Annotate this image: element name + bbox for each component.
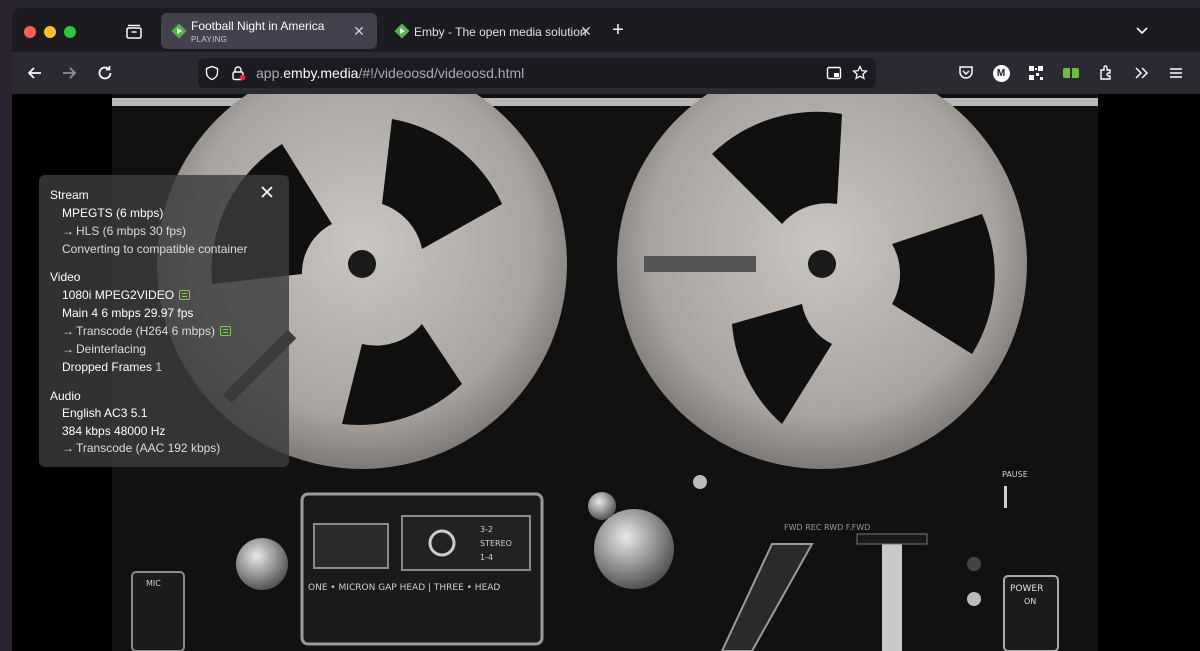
tab-list-icon[interactable]	[122, 20, 146, 44]
window-minimize-button[interactable]	[44, 26, 56, 38]
tab-emby[interactable]: Emby - The open media solution ✕	[384, 13, 594, 49]
transport-label: FWD REC RWD F.FWD	[784, 523, 870, 532]
arrow-right-icon: →	[62, 342, 74, 356]
mic-label: MIC	[146, 579, 161, 588]
close-icon[interactable]	[259, 184, 275, 200]
stream-hls: → HLS (6 mbps 30 fps)	[62, 224, 186, 238]
lock-warning-icon[interactable]	[230, 65, 246, 81]
video-transcode: → Transcode (H264 6 mbps)	[62, 324, 231, 338]
video-codec: 1080i MPEG2VIDEO	[62, 288, 191, 302]
tab-strip: Football Night in America PLAYING ✕ Emby…	[12, 8, 1200, 52]
power-label: POWER	[1010, 584, 1043, 594]
picture-in-picture-icon[interactable]	[826, 65, 842, 81]
back-button[interactable]	[24, 62, 46, 84]
url-domain: emby.media	[283, 65, 359, 81]
arrow-right-icon: →	[62, 441, 74, 455]
account-initial: M	[992, 64, 1010, 82]
qr-extension-icon[interactable]	[1026, 63, 1046, 83]
tab-close-icon[interactable]: ✕	[578, 23, 594, 39]
mode-label-3: 1-4	[480, 553, 493, 562]
hardware-accel-icon	[219, 326, 231, 336]
forward-arrow-icon	[63, 67, 77, 79]
stream-hls-text: HLS (6 mbps 30 fps)	[76, 224, 187, 238]
back-arrow-icon	[27, 67, 41, 79]
video-section-title: Video	[50, 270, 81, 284]
power-state-label: ON	[1024, 597, 1036, 606]
tab-football-night[interactable]: Football Night in America PLAYING ✕	[161, 13, 377, 49]
audio-section-title: Audio	[50, 389, 81, 403]
mode-label-2: STEREO	[480, 539, 512, 548]
hardware-accel-icon	[179, 290, 191, 300]
video-player[interactable]: 3-2 STEREO 1-4 ONE • MICRON GAP HEAD | T…	[12, 94, 1200, 651]
stream-converting: Converting to compatible container	[62, 242, 248, 256]
video-profile: Main 4 6 mbps 29.97 fps	[62, 306, 194, 320]
arrow-right-icon: →	[62, 324, 74, 338]
chevron-down-icon[interactable]	[1134, 22, 1150, 38]
tab-close-icon[interactable]: ✕	[351, 23, 367, 39]
browser-window: Football Night in America PLAYING ✕ Emby…	[12, 8, 1200, 651]
shield-icon[interactable]	[204, 65, 220, 81]
overflow-chevrons-icon[interactable]	[1131, 63, 1151, 83]
new-tab-button[interactable]: +	[608, 20, 628, 40]
tab-title: Football Night in America	[191, 19, 325, 33]
forward-button[interactable]	[58, 62, 80, 84]
window-maximize-button[interactable]	[64, 26, 76, 38]
address-bar[interactable]: app.emby.media/#!/videoosd/videoosd.html	[198, 58, 876, 88]
green-extension-icon[interactable]	[1061, 63, 1081, 83]
url-prefix: app.	[256, 65, 284, 81]
url-path: /#!/videoosd/videoosd.html	[358, 65, 525, 81]
pause-label: PAUSE	[1002, 470, 1028, 479]
navigation-toolbar: app.emby.media/#!/videoosd/videoosd.html…	[12, 52, 1200, 94]
reload-icon	[98, 66, 112, 80]
account-m-icon[interactable]: M	[991, 63, 1011, 83]
dropped-frames-label: Dropped Frames	[62, 360, 153, 374]
pocket-icon[interactable]	[956, 63, 976, 83]
emby-favicon-icon	[171, 23, 187, 39]
dropped-frames-value: 1	[155, 360, 163, 374]
window-close-button[interactable]	[24, 26, 36, 38]
extensions-icon[interactable]	[1096, 63, 1116, 83]
reload-button[interactable]	[94, 62, 116, 84]
stream-container: MPEGTS (6 mbps)	[62, 206, 164, 220]
video-deinterlacing-text: Deinterlacing	[76, 342, 147, 356]
emby-favicon-icon	[394, 23, 410, 39]
video-deinterlacing: → Deinterlacing	[62, 342, 146, 356]
audio-codec: English AC3 5.1	[62, 406, 148, 420]
tab-title: Emby - The open media solution	[414, 25, 587, 39]
arrow-right-icon: →	[62, 224, 74, 238]
video-transcode-text: Transcode (H264 6 mbps)	[76, 324, 215, 338]
hamburger-menu-icon[interactable]	[1166, 63, 1186, 83]
video-codec-text: 1080i MPEG2VIDEO	[62, 288, 175, 302]
head-label: ONE • MICRON GAP HEAD | THREE • HEAD	[308, 583, 500, 593]
playback-info-panel: Stream MPEGTS (6 mbps) → HLS (6 mbps 30 f…	[39, 175, 289, 467]
mode-label-1: 3-2	[480, 525, 493, 534]
audio-bitrate: 384 kbps 48000 Hz	[62, 424, 166, 438]
dropped-frames: Dropped Frames 1	[62, 360, 162, 374]
bookmark-star-icon[interactable]	[852, 65, 868, 81]
stream-section-title: Stream	[50, 188, 89, 202]
tab-playing-label: PLAYING	[191, 35, 228, 44]
audio-transcode-text: Transcode (AAC 192 kbps)	[76, 441, 221, 455]
url-text[interactable]: app.emby.media/#!/videoosd/videoosd.html	[256, 65, 524, 81]
audio-transcode: → Transcode (AAC 192 kbps)	[62, 441, 220, 455]
